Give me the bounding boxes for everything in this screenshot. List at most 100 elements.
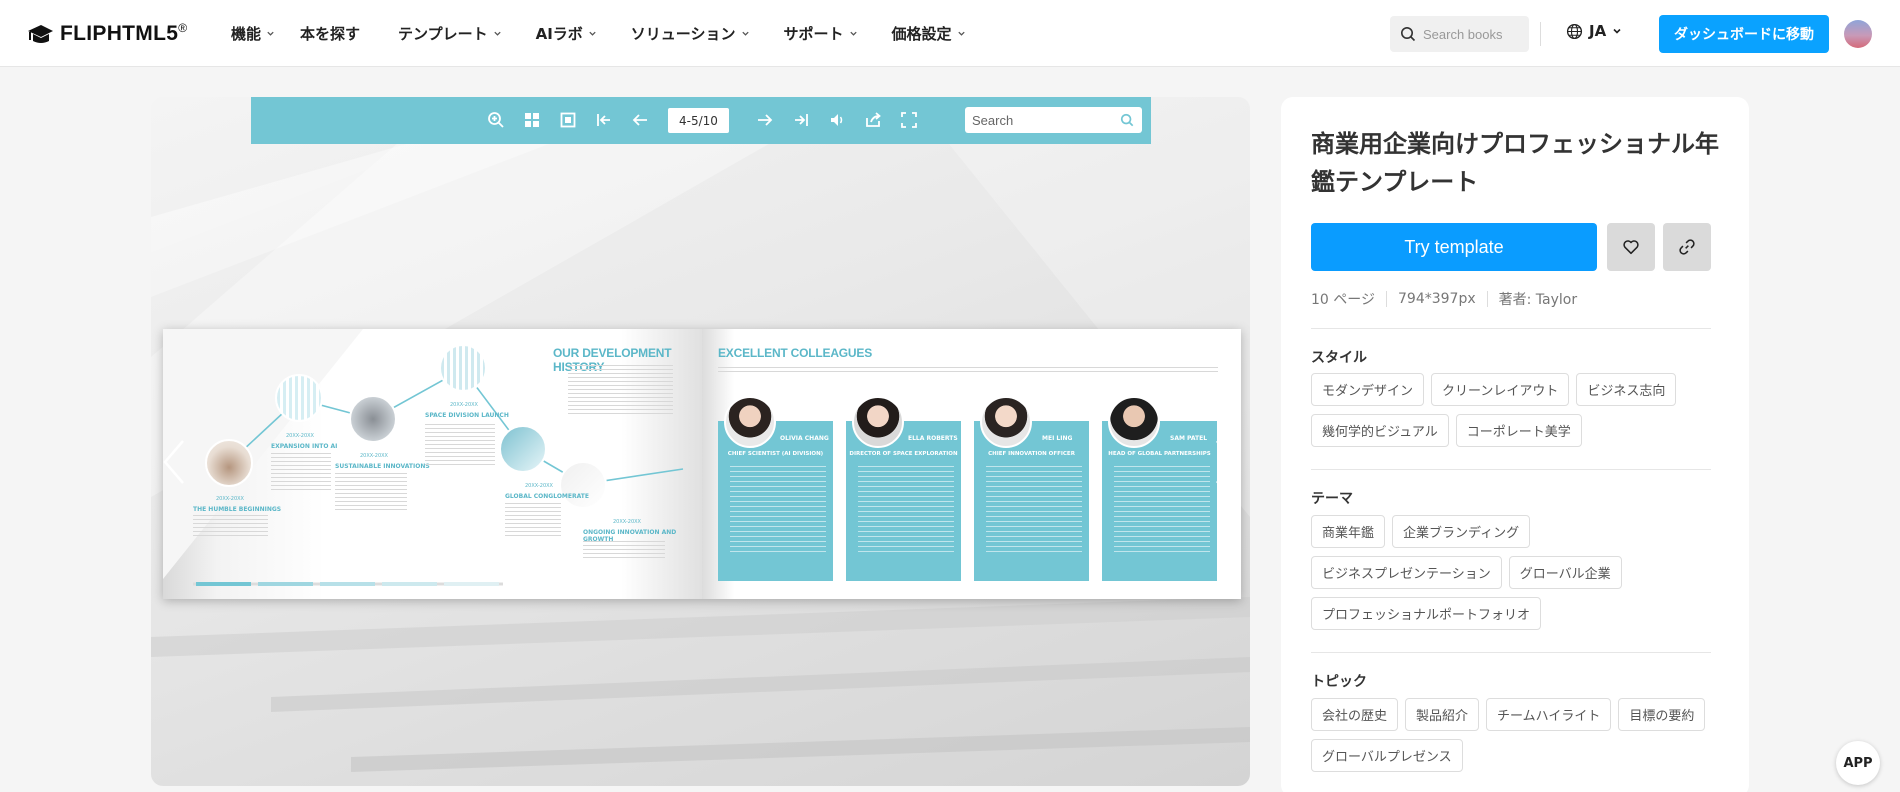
milestone-label: THE HUMBLE BEGINNINGS bbox=[193, 506, 282, 513]
divider bbox=[1311, 469, 1711, 470]
favorite-button[interactable] bbox=[1607, 223, 1655, 271]
divider bbox=[1386, 291, 1387, 307]
tag[interactable]: グローバルプレゼンス bbox=[1311, 739, 1463, 772]
nav-find-books[interactable]: 本を探す bbox=[300, 23, 360, 44]
tag[interactable]: 製品紹介 bbox=[1405, 698, 1480, 731]
milestone-photo bbox=[205, 439, 253, 487]
fullscreen-icon[interactable] bbox=[900, 111, 918, 129]
milestone-text bbox=[505, 503, 561, 539]
colleague-photo bbox=[1108, 396, 1160, 448]
template-info-panel: 商業用企業向けプロフェッショナル年鑑テンプレート Try template 10… bbox=[1281, 97, 1749, 792]
milestone-label: SPACE DIVISION LAUNCH bbox=[425, 412, 509, 419]
main-nav: 機能 本を探す テンプレート AIラボ ソリューション サポート 価格設定 bbox=[231, 0, 966, 67]
template-meta: 10 ページ 794*397px 著者: Taylor bbox=[1311, 289, 1577, 309]
nav-ai-lab[interactable]: AIラボ bbox=[536, 23, 597, 44]
search-icon[interactable] bbox=[1120, 113, 1134, 127]
tag[interactable]: ビジネス志向 bbox=[1576, 373, 1677, 406]
search-books-input[interactable] bbox=[1423, 26, 1523, 42]
colleague-bio bbox=[858, 466, 954, 556]
template-title: 商業用企業向けプロフェッショナル年鑑テンプレート bbox=[1311, 130, 1719, 196]
copy-link-button[interactable] bbox=[1663, 223, 1711, 271]
tag[interactable]: クリーンレイアウト bbox=[1431, 373, 1570, 406]
milestone-text bbox=[425, 422, 495, 468]
tag[interactable]: 会社の歴史 bbox=[1311, 698, 1399, 731]
divider bbox=[1486, 291, 1488, 307]
colleague-bio bbox=[986, 466, 1082, 556]
theme-tags: 商業年鑑 企業ブランディング ビジネスプレゼンテーション グローバル企業 プロフ… bbox=[1311, 515, 1721, 630]
tag[interactable]: 企業ブランディング bbox=[1392, 515, 1531, 548]
next-page-icon[interactable] bbox=[756, 111, 774, 129]
milestone-text bbox=[271, 453, 331, 493]
section-title-style: スタイル bbox=[1311, 350, 1367, 366]
logo[interactable]: FLIPHTML5® bbox=[26, 21, 187, 46]
try-template-button[interactable]: Try template bbox=[1311, 223, 1597, 271]
chevron-down-icon bbox=[1613, 28, 1621, 34]
milestone-photo bbox=[275, 374, 323, 422]
chevron-down-icon bbox=[493, 31, 501, 36]
viewer-search bbox=[965, 107, 1142, 133]
nav-pricing[interactable]: 価格設定 bbox=[892, 23, 966, 44]
colleague-role: HEAD OF GLOBAL PARTNERSHIPS bbox=[1108, 451, 1211, 457]
tag[interactable]: 目標の要約 bbox=[1618, 698, 1706, 731]
section-title-topic: トピック bbox=[1311, 674, 1367, 690]
milestone-year: 20XX-20XX bbox=[286, 433, 314, 439]
first-page-icon[interactable] bbox=[595, 111, 613, 129]
right-page-title: EXCELLENT COLLEAGUES bbox=[718, 346, 873, 360]
history-paragraph bbox=[568, 365, 673, 417]
divider bbox=[1311, 652, 1711, 653]
tag[interactable]: プロフェッショナルポートフォリオ bbox=[1311, 597, 1542, 630]
last-page-icon[interactable] bbox=[792, 111, 810, 129]
milestone-text bbox=[193, 515, 268, 539]
milestone-photo bbox=[439, 344, 487, 392]
milestone-year: 20XX-20XX bbox=[525, 483, 553, 489]
graduation-cap-icon bbox=[28, 24, 53, 43]
globe-icon bbox=[1566, 23, 1583, 39]
nav-features[interactable]: 機能 bbox=[231, 23, 275, 44]
logo-text: FLIPHTML5® bbox=[60, 21, 188, 45]
tag[interactable]: グローバル企業 bbox=[1508, 556, 1622, 589]
left-page: 20XX-20XX THE HUMBLE BEGINNINGS 20XX-20X… bbox=[163, 329, 702, 599]
tag[interactable]: コーポレート美学 bbox=[1455, 414, 1582, 447]
page-indicator-input[interactable]: 4-5/10 bbox=[668, 108, 729, 133]
sound-icon[interactable] bbox=[828, 111, 846, 129]
page-size: 794*397px bbox=[1398, 291, 1476, 307]
colleague-name: SAM PATEL bbox=[1170, 435, 1208, 442]
app-download-button[interactable]: APP bbox=[1836, 741, 1880, 785]
divider bbox=[1311, 328, 1711, 329]
thumbnails-icon[interactable] bbox=[523, 111, 541, 129]
tag[interactable]: モダンデザイン bbox=[1311, 373, 1425, 406]
milestone-label: SUSTAINABLE INNOVATIONS bbox=[335, 463, 430, 470]
colleague-name: ELLA ROBERTS bbox=[908, 435, 958, 442]
topic-tags: 会社の歴史 製品紹介 チームハイライト 目標の要約 グローバルプレゼンス bbox=[1311, 698, 1721, 772]
colleague-role: CHIEF SCIENTIST (AI DIVISION) bbox=[727, 451, 824, 457]
viewer-toolbar: 4-5/10 bbox=[251, 97, 1151, 144]
milestone-label: EXPANSION INTO AI bbox=[271, 443, 338, 450]
zoom-in-icon[interactable] bbox=[487, 111, 505, 129]
milestone-year: 20XX-20XX bbox=[613, 519, 641, 525]
dashboard-button[interactable]: ダッシュボードに移動 bbox=[1659, 15, 1829, 53]
next-arrow-icon[interactable] bbox=[1211, 437, 1241, 487]
tag[interactable]: ビジネスプレゼンテーション bbox=[1311, 556, 1502, 589]
share-icon[interactable] bbox=[864, 111, 882, 129]
viewer-search-input[interactable] bbox=[972, 112, 1112, 128]
tag[interactable]: チームハイライト bbox=[1486, 698, 1612, 731]
colleague-card: OLIVIA CHANG CHIEF SCIENTIST (AI DIVISIO… bbox=[718, 396, 833, 581]
colleague-bio bbox=[730, 466, 826, 556]
colleague-photo bbox=[852, 396, 904, 448]
previous-arrow-icon[interactable] bbox=[159, 437, 189, 487]
tag[interactable]: 商業年鑑 bbox=[1311, 515, 1386, 548]
nav-support[interactable]: サポート bbox=[784, 23, 858, 44]
language-selector[interactable]: JA bbox=[1566, 22, 1622, 40]
single-page-icon[interactable] bbox=[559, 111, 577, 129]
search-icon bbox=[1401, 27, 1416, 42]
milestone-text bbox=[335, 473, 407, 513]
tag[interactable]: 幾何学的ビジュアル bbox=[1311, 414, 1449, 447]
nav-solutions[interactable]: ソリューション bbox=[631, 23, 750, 44]
prev-page-icon[interactable] bbox=[631, 111, 649, 129]
language-label: JA bbox=[1589, 22, 1607, 40]
colleague-role: CHIEF INNOVATION OFFICER bbox=[988, 451, 1075, 457]
book-spread[interactable]: 20XX-20XX THE HUMBLE BEGINNINGS 20XX-20X… bbox=[163, 329, 1241, 599]
nav-templates[interactable]: テンプレート bbox=[398, 23, 502, 44]
page-count: 10 ページ bbox=[1311, 292, 1375, 308]
avatar[interactable] bbox=[1844, 20, 1872, 48]
